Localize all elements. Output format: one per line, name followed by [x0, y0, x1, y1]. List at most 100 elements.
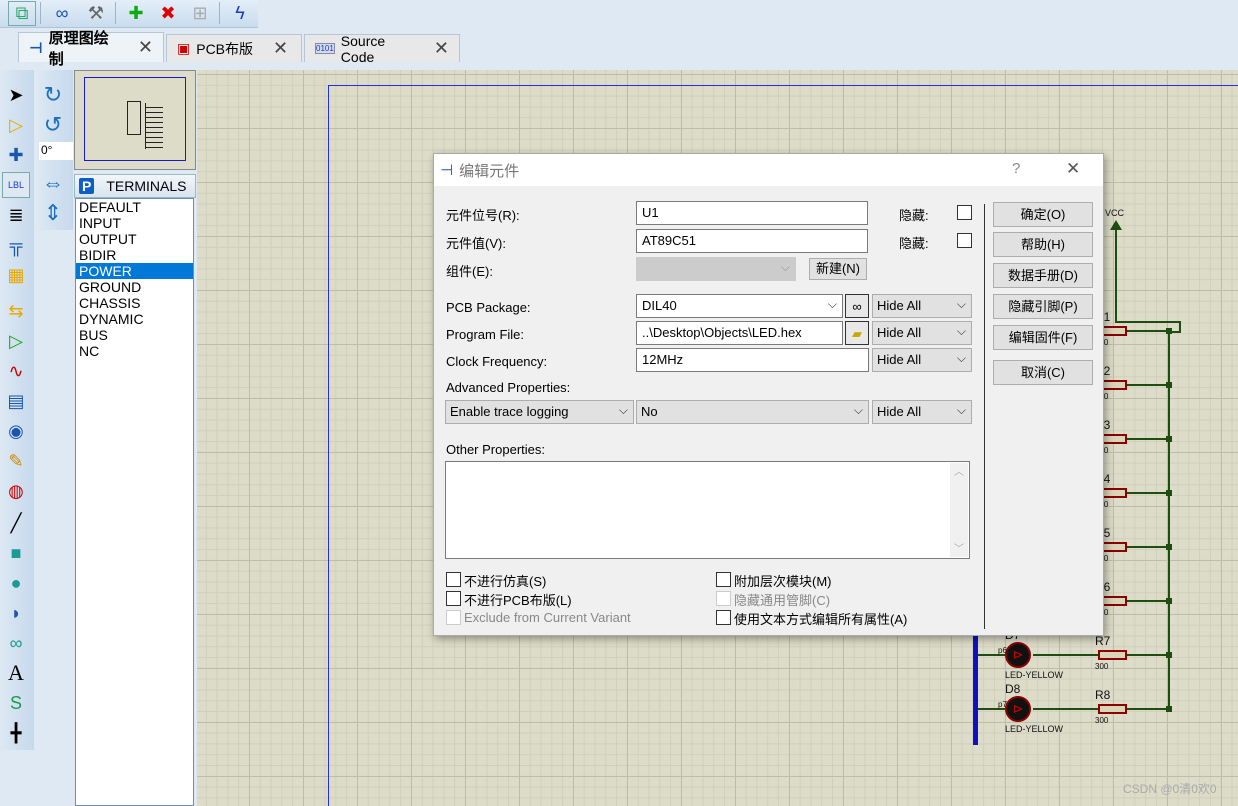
text-icon[interactable]: A [2, 660, 30, 686]
advanced-property-select[interactable]: Enable trace logging ⌵ [445, 400, 634, 424]
group-select[interactable]: ⌵ [636, 257, 796, 281]
property-tool-icon[interactable]: ⚒ [82, 1, 110, 26]
design-explorer-icon[interactable]: ⧉ [8, 1, 36, 26]
wire-label-icon[interactable]: LBL [2, 172, 30, 198]
virtual-instruments-icon[interactable]: ◍ [2, 478, 30, 504]
flip-vertical-icon[interactable]: ⇕ [39, 200, 67, 226]
circle-icon[interactable]: ● [2, 570, 30, 596]
no-pcb-checkbox[interactable] [446, 591, 461, 606]
mode-toolbar: ➤ ▷ ✚ LBL ≣ ╦ ▦ ⇆ ▷ ∿ ▤ ◉ ✎ ◍ ╱ ■ ● ◗ ∞ … [0, 70, 34, 750]
binoculars-icon[interactable]: ∞ [845, 294, 869, 318]
led-d7-icon[interactable]: ⊳ [1005, 642, 1031, 668]
arc-icon[interactable]: ◗ [2, 600, 30, 626]
tab-pcb[interactable]: ▣ PCB布版 ✕ [166, 34, 302, 62]
tab-source-code[interactable]: 0101 Source Code ✕ [304, 33, 460, 65]
advanced-value-select[interactable]: No ⌵ [636, 400, 869, 424]
source-code-icon: 0101 [315, 43, 335, 54]
selection-mode-icon[interactable]: ➤ [2, 82, 30, 108]
hierarchy-icon[interactable]: ⊞ [186, 1, 214, 26]
list-item-selected[interactable]: POWER [76, 263, 193, 279]
pcb-package-label: PCB Package: [446, 300, 531, 315]
value-hidden-checkbox[interactable] [957, 233, 972, 248]
led-d8-icon[interactable]: ⊳ [1005, 696, 1031, 722]
device-pins-icon[interactable]: ▷ [2, 328, 30, 354]
ref-hidden-checkbox[interactable] [957, 205, 972, 220]
close-icon[interactable]: ✕ [434, 38, 449, 59]
datasheet-button[interactable]: 数据手册(D) [993, 263, 1093, 288]
pcb-package-select[interactable]: DIL40 ⌵ [636, 294, 843, 318]
tab-schematic[interactable]: ⊣ 原理图绘制 ✕ [18, 30, 164, 68]
wire [1127, 600, 1170, 602]
voltage-probe-icon[interactable]: ✎ [2, 448, 30, 474]
symbol-icon[interactable]: S [2, 690, 30, 716]
edit-firmware-button[interactable]: 编辑固件(F) [993, 325, 1093, 350]
binoculars-icon[interactable]: ∞ [48, 1, 76, 26]
box-icon[interactable]: ■ [2, 540, 30, 566]
pcb-visibility-select[interactable]: Hide All ⌵ [872, 294, 972, 318]
help-button[interactable]: 帮助(H) [993, 232, 1093, 257]
clock-input[interactable]: 12MHz [636, 348, 869, 372]
cancel-button[interactable]: 取消(C) [993, 360, 1093, 385]
program-visibility-select[interactable]: Hide All ⌵ [872, 321, 972, 345]
list-item[interactable]: CHASSIS [76, 295, 193, 311]
compile-icon[interactable]: ϟ [226, 1, 254, 26]
path-icon[interactable]: ∞ [2, 630, 30, 656]
rotation-input[interactable]: 0° [39, 142, 73, 160]
ok-button[interactable]: 确定(O) [993, 202, 1093, 227]
close-icon[interactable]: ✕ [1066, 159, 1080, 179]
line-icon[interactable]: ╱ [2, 510, 30, 536]
resistor-r7[interactable] [1098, 650, 1127, 660]
other-properties-textarea[interactable]: ︿ ﹀ [445, 461, 970, 559]
list-item[interactable]: GROUND [76, 279, 193, 295]
marker-icon[interactable]: ╋ [2, 720, 30, 746]
rotate-anticlockwise-icon[interactable]: ↺ [39, 112, 67, 138]
select-value: Hide All [877, 325, 922, 340]
pick-devices-button[interactable]: P [79, 178, 95, 194]
program-file-input[interactable]: ..\Desktop\Objects\LED.hex [636, 321, 843, 345]
text-script-icon[interactable]: ≣ [2, 202, 30, 228]
flip-horizontal-icon[interactable]: ⇔ [39, 170, 67, 196]
junction-dot-icon[interactable]: ✚ [2, 142, 30, 168]
edit-text-checkbox[interactable] [716, 610, 731, 625]
terminals-list[interactable]: DEFAULT INPUT OUTPUT BIDIR POWER GROUND … [75, 198, 194, 806]
bus-icon[interactable]: ╦ [2, 232, 30, 258]
graph-mode-icon[interactable]: ∿ [2, 358, 30, 384]
ref-input[interactable]: U1 [636, 201, 868, 225]
attach-module-checkbox[interactable] [716, 572, 731, 587]
scrollbar[interactable]: ︿ ﹀ [950, 463, 968, 557]
help-icon[interactable]: ? [1012, 160, 1020, 177]
resistor-value: 300 [1095, 662, 1109, 671]
list-item[interactable]: BIDIR [76, 247, 193, 263]
subcircuit-icon[interactable]: ▦ [2, 262, 30, 288]
remove-sheet-icon[interactable]: ✖ [154, 1, 182, 26]
rotate-clockwise-icon[interactable]: ↻ [39, 82, 67, 108]
list-item[interactable]: INPUT [76, 215, 193, 231]
advanced-visibility-select[interactable]: Hide All ⌵ [872, 400, 972, 424]
list-item[interactable]: DYNAMIC [76, 311, 193, 327]
list-item[interactable]: DEFAULT [76, 199, 193, 215]
exclude-variant-checkbox[interactable] [446, 610, 461, 625]
list-item[interactable]: OUTPUT [76, 231, 193, 247]
dialog-title: 编辑元件 [459, 162, 520, 180]
tape-recorder-icon[interactable]: ▤ [2, 388, 30, 414]
clock-visibility-select[interactable]: Hide All ⌵ [872, 348, 972, 372]
hide-pins-checkbox[interactable] [716, 591, 731, 606]
list-item[interactable]: NC [76, 343, 193, 359]
scroll-down-icon[interactable]: ﹀ [950, 540, 968, 555]
no-sim-checkbox[interactable] [446, 572, 461, 587]
hidden-pins-button[interactable]: 隐藏引脚(P) [993, 294, 1093, 319]
component-mode-icon[interactable]: ▷ [2, 112, 30, 138]
scroll-up-icon[interactable]: ︿ [950, 463, 968, 478]
list-item[interactable]: BUS [76, 327, 193, 343]
resistor-r8[interactable] [1098, 704, 1127, 714]
new-sheet-icon[interactable]: ✚ [122, 1, 150, 26]
folder-icon[interactable]: ▰ [845, 321, 869, 345]
overview-window[interactable] [74, 70, 196, 170]
close-icon[interactable]: ✕ [138, 37, 153, 58]
generator-icon[interactable]: ◉ [2, 418, 30, 444]
value-input[interactable]: AT89C51 [636, 229, 868, 253]
close-icon[interactable]: ✕ [273, 38, 288, 59]
terminals-mode-icon[interactable]: ⇆ [2, 298, 30, 324]
new-button[interactable]: 新建(N) [809, 258, 867, 280]
sheet-border [328, 85, 1238, 86]
